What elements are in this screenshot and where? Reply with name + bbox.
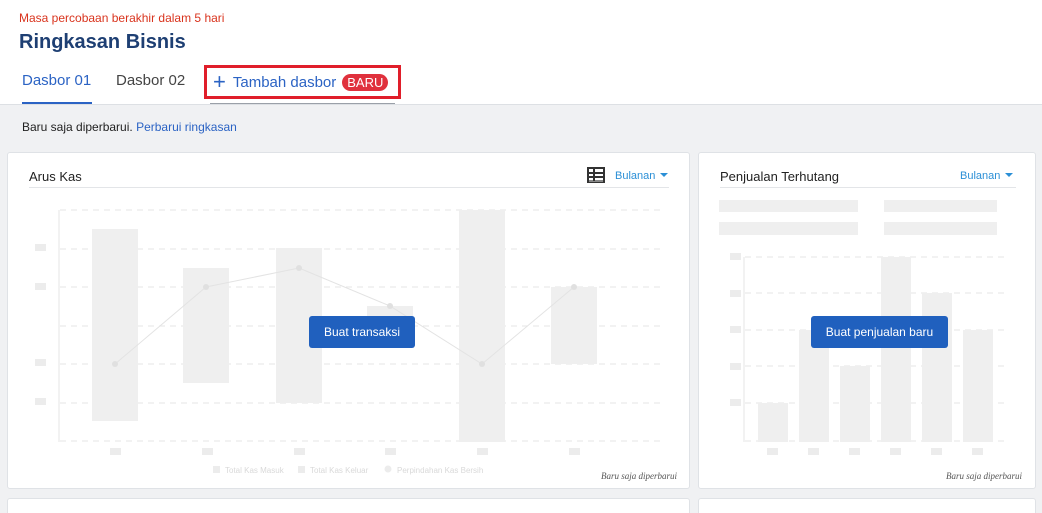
legend-net-cash: Perpindahan Kas Bersih [397, 466, 484, 475]
add-dashboard-button[interactable]: + Tambah dasbor BARU [204, 65, 401, 99]
create-transaction-button[interactable]: Buat transaksi [309, 316, 415, 348]
tab-dasbor-02[interactable]: Dasbor 02 [116, 72, 185, 89]
y-tick-placeholders [35, 244, 46, 405]
page-header: Masa percobaan berakhir dalam 5 hari Rin… [0, 0, 1042, 105]
create-sale-button[interactable]: Buat penjualan baru [811, 316, 948, 348]
cashflow-card: Arus Kas Bulanan Total Kas Masuk Total K… [7, 152, 690, 489]
lower-card-right [698, 498, 1036, 513]
lower-card-left [7, 498, 690, 513]
summary-placeholders [719, 200, 997, 235]
cashflow-updated-note: Baru saja diperbarui [601, 471, 678, 481]
bar-placeholders [758, 257, 993, 442]
legend-cash-out: Total Kas Keluar [310, 466, 369, 475]
page-title: Ringkasan Bisnis [19, 31, 186, 53]
update-status-text: Baru saja diperbarui. [22, 120, 133, 134]
refresh-summary-link[interactable]: Perbarui ringkasan [136, 120, 237, 134]
receivables-card: Penjualan Terhutang Bulanan Buat penjual… [698, 152, 1036, 489]
tab-dasbor-01[interactable]: Dasbor 01 [22, 72, 91, 89]
new-badge: BARU [342, 73, 389, 91]
plus-icon: + [213, 69, 226, 94]
receivables-updated-note: Baru saja diperbarui [946, 471, 1023, 481]
y-tick-placeholders [730, 253, 741, 406]
dashboard-tabs: Dasbor 01 Dasbor 02 + Tambah dasbor BARU [0, 64, 1042, 105]
x-tick-placeholders [767, 448, 983, 455]
update-status: Baru saja diperbarui. Perbarui ringkasan [22, 120, 237, 134]
dashboard-content: Baru saja diperbarui. Perbarui ringkasan… [0, 104, 1042, 513]
legend-cash-in: Total Kas Masuk [225, 466, 284, 475]
trial-notice: Masa percobaan berakhir dalam 5 hari [19, 11, 225, 25]
x-tick-placeholders [110, 448, 580, 455]
add-dashboard-label: Tambah dasbor [232, 73, 337, 91]
